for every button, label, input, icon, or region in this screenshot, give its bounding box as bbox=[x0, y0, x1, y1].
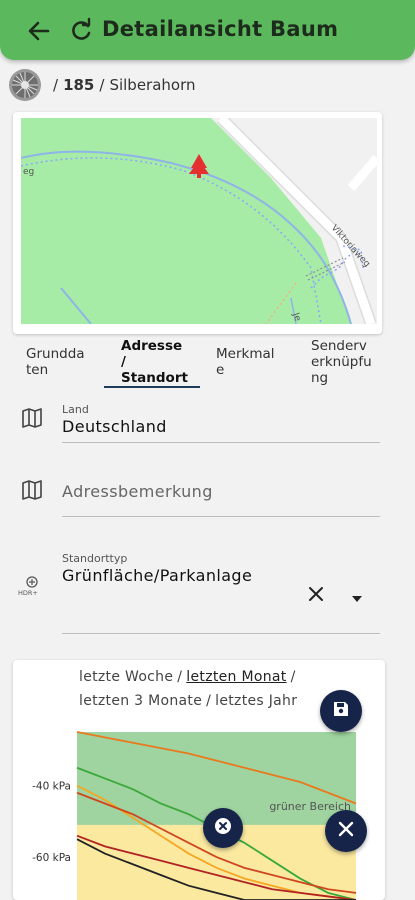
close-button[interactable] bbox=[325, 810, 367, 852]
active-tab-indicator bbox=[104, 386, 200, 388]
breadcrumb-separator: / bbox=[99, 76, 105, 94]
tab-label: Senderv bbox=[311, 338, 367, 354]
field-underline bbox=[62, 442, 380, 443]
y-tick-label: -60 kPa bbox=[32, 852, 71, 864]
tab-label: erknüpfu bbox=[311, 354, 372, 370]
tab-senderverknuepfung[interactable]: Senderv erknüpfu ng bbox=[311, 338, 372, 386]
tab-label: / bbox=[121, 354, 126, 370]
tab-grunddaten[interactable]: Grundda ten bbox=[26, 346, 85, 378]
save-icon bbox=[331, 699, 351, 723]
map-icon bbox=[20, 478, 44, 502]
land-value[interactable]: Deutschland bbox=[62, 417, 167, 436]
tab-label: Grundda bbox=[26, 346, 85, 362]
map-card: Viktoriaweg eg Je bbox=[13, 112, 382, 334]
adressbemerkung-field[interactable]: Adressbemerkung bbox=[0, 470, 415, 520]
hdr-plus-icon: HDR+ bbox=[18, 572, 48, 600]
standorttyp-value[interactable]: Grünfläche/Parkanlage bbox=[62, 566, 252, 585]
save-button[interactable] bbox=[320, 690, 362, 732]
tab-label: ng bbox=[311, 370, 329, 386]
clear-selection-icon[interactable] bbox=[306, 584, 326, 608]
field-underline bbox=[62, 516, 380, 517]
breadcrumb: / 185 / Silberahorn bbox=[8, 68, 196, 102]
standorttyp-label: Standorttyp bbox=[62, 552, 128, 565]
chart-card: letzte Woche / letzten Monat / letzten 3 Mo… bbox=[13, 660, 385, 900]
tab-label: Merkmal bbox=[216, 346, 275, 362]
page-title: Detailansicht Baum bbox=[102, 17, 339, 41]
clear-button[interactable] bbox=[203, 808, 243, 848]
breadcrumb-tree-name: Silberahorn bbox=[109, 76, 196, 94]
tab-merkmale[interactable]: Merkmal e bbox=[216, 346, 275, 378]
close-icon bbox=[337, 820, 355, 842]
map-icon bbox=[20, 406, 44, 430]
tab-label: ten bbox=[26, 362, 49, 378]
tab-label: e bbox=[216, 362, 225, 378]
y-tick-label: -40 kPa bbox=[32, 781, 71, 793]
app-bar: Detailansicht Baum bbox=[0, 0, 415, 60]
map-edge-label: eg bbox=[23, 167, 34, 177]
tab-label: Adresse bbox=[121, 338, 183, 354]
standorttyp-field[interactable]: HDR+ Standorttyp Grünfläche/Parkanlage bbox=[0, 548, 415, 638]
land-label: Land bbox=[62, 403, 89, 416]
arrow-left-icon[interactable] bbox=[22, 16, 54, 46]
tab-label: Standort bbox=[121, 370, 188, 386]
breadcrumb-tree-id[interactable]: 185 bbox=[63, 76, 94, 94]
adressbemerkung-input[interactable]: Adressbemerkung bbox=[62, 482, 213, 501]
field-underline bbox=[62, 633, 380, 634]
hdr-plus-text: HDR+ bbox=[18, 589, 38, 597]
refresh-icon[interactable] bbox=[66, 16, 96, 46]
tab-adresse-standort[interactable]: Adresse / Standort bbox=[121, 338, 188, 386]
map-view[interactable]: Viktoriaweg eg Je bbox=[21, 118, 377, 324]
tree-thumbnail[interactable] bbox=[8, 68, 42, 102]
close-circle-icon bbox=[213, 816, 233, 840]
land-field[interactable]: Land Deutschland bbox=[0, 400, 415, 450]
tab-bar: Grundda ten Adresse / Standort Merkmal e… bbox=[14, 336, 384, 392]
dropdown-arrow-icon[interactable] bbox=[350, 589, 364, 608]
breadcrumb-separator: / bbox=[53, 76, 59, 94]
